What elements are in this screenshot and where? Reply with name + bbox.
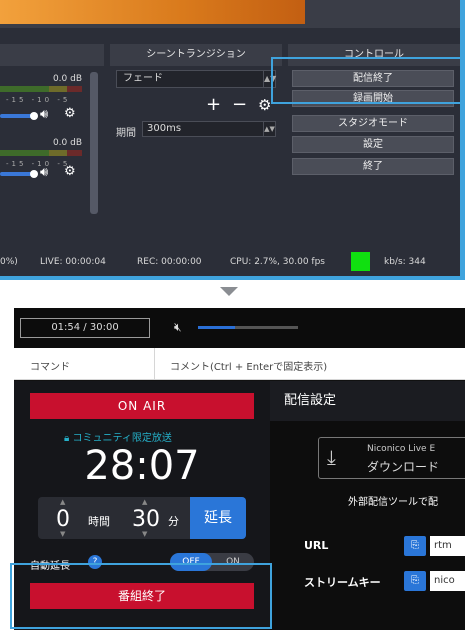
copy-icon[interactable]: ⎘ bbox=[404, 536, 426, 556]
playback-time: 01:54 / 30:00 bbox=[20, 318, 150, 338]
distribution-settings-panel: 配信設定 ⤓ Niconico Live E ダウンロード 外部配信ツールで配 … bbox=[270, 381, 465, 630]
studio-mode-button[interactable]: スタジオモード bbox=[292, 115, 454, 132]
gear-icon[interactable]: ⚙︎ bbox=[64, 106, 76, 121]
mixer-header bbox=[0, 44, 104, 66]
status-bar: 0%) LIVE: 00:00:04 REC: 00:00:00 CPU: 2.… bbox=[0, 252, 460, 272]
mixer-meter bbox=[0, 86, 82, 92]
comment-input[interactable]: コメント(Ctrl + Enterで固定表示) bbox=[170, 358, 327, 373]
speaker-icon[interactable]: 🔊︎ bbox=[40, 165, 48, 180]
community-only-label: 🔒︎ コミュニティ限定放送 bbox=[64, 429, 172, 444]
scene-transition-panel: フェード ▲▼ + − ⚙︎ 期間 300ms ▲▼ bbox=[110, 68, 282, 148]
player-controls: 01:54 / 30:00 🔇︎ bbox=[14, 308, 465, 348]
duration-label: 期間 bbox=[116, 128, 136, 139]
status-kbs: kb/s: 344 bbox=[384, 257, 426, 267]
volume-slider-handle[interactable] bbox=[30, 112, 38, 120]
command-input[interactable]: コマンド bbox=[30, 358, 70, 373]
status-zoom: 0%) bbox=[0, 257, 18, 267]
extend-hours[interactable]: 0 bbox=[56, 507, 70, 532]
download-icon: ⤓ bbox=[327, 445, 336, 469]
add-transition-button[interactable]: + bbox=[206, 96, 221, 114]
increment-icon[interactable]: ▲ bbox=[60, 498, 65, 506]
volume-slider[interactable] bbox=[198, 326, 298, 329]
volume-slider[interactable] bbox=[0, 172, 34, 176]
mixer-scale: -15 -10 -5 bbox=[6, 160, 71, 168]
audio-mixer: 0.0 dB -15 -10 -5 🔊︎ ⚙︎ 0.0 dB -15 -10 -… bbox=[0, 68, 104, 218]
url-field[interactable]: rtm bbox=[430, 536, 465, 556]
exit-button[interactable]: 終了 bbox=[292, 158, 454, 175]
stream-key-field[interactable]: nico bbox=[430, 571, 465, 591]
panel-title: 配信設定 bbox=[270, 381, 465, 421]
hours-unit: 時間 bbox=[88, 515, 110, 528]
download-label: ダウンロード bbox=[367, 460, 440, 474]
gear-icon[interactable]: ⚙︎ bbox=[64, 164, 76, 179]
decrement-icon[interactable]: ▼ bbox=[60, 530, 65, 538]
extend-minutes[interactable]: 30 bbox=[132, 507, 160, 532]
highlight-border-bottom bbox=[0, 276, 460, 280]
preview-image bbox=[0, 0, 305, 24]
obs-preview bbox=[0, 0, 460, 28]
comment-bar: コマンド コメント(Ctrl + Enterで固定表示) bbox=[14, 348, 465, 380]
extend-button[interactable]: 延長 bbox=[190, 497, 246, 539]
volume-slider[interactable] bbox=[0, 114, 34, 118]
highlight-frame bbox=[271, 57, 460, 104]
mixer-scale: -15 -10 -5 bbox=[6, 96, 71, 104]
highlight-frame bbox=[10, 563, 272, 629]
transition-selected: フェード bbox=[123, 73, 163, 84]
gear-icon[interactable]: ⚙︎ bbox=[258, 96, 271, 114]
download-app-name: Niconico Live E bbox=[367, 444, 436, 454]
divider bbox=[154, 348, 155, 380]
mute-icon[interactable]: 🔇︎ bbox=[174, 320, 182, 335]
status-cpu: CPU: 2.7%, 30.00 fps bbox=[230, 257, 325, 267]
url-label: URL bbox=[304, 539, 329, 552]
duration-input[interactable]: 300ms ▲▼ bbox=[142, 121, 276, 137]
screenshot-root: シーントランジション コントロール 0.0 dB -15 -10 -5 🔊︎ ⚙… bbox=[0, 0, 465, 630]
settings-button[interactable]: 設定 bbox=[292, 136, 454, 153]
extension-box: ▲ 0 ▼ 時間 ▲ 30 ▼ 分 延長 bbox=[38, 497, 246, 539]
mixer-track-db: 0.0 dB bbox=[52, 138, 82, 148]
obs-window: シーントランジション コントロール 0.0 dB -15 -10 -5 🔊︎ ⚙… bbox=[0, 0, 460, 280]
highlight-border-right bbox=[460, 0, 465, 280]
transition-header: シーントランジション bbox=[110, 44, 282, 66]
volume-slider-handle[interactable] bbox=[30, 170, 38, 178]
mixer-track-db: 0.0 dB bbox=[52, 74, 82, 84]
decrement-icon[interactable]: ▼ bbox=[142, 530, 147, 538]
download-button[interactable]: ⤓ Niconico Live E ダウンロード bbox=[318, 437, 465, 479]
speaker-icon[interactable]: 🔊︎ bbox=[40, 107, 48, 122]
status-rec: REC: 00:00:00 bbox=[137, 257, 202, 267]
status-live: LIVE: 00:00:04 bbox=[40, 257, 106, 267]
arrow-down-icon bbox=[220, 287, 238, 296]
on-air-badge: ON AIR bbox=[30, 393, 254, 419]
remove-transition-button[interactable]: − bbox=[232, 96, 247, 114]
spinner-icon[interactable]: ▲▼ bbox=[263, 122, 275, 136]
copy-icon[interactable]: ⎘ bbox=[404, 571, 426, 591]
stream-key-label: ストリームキー bbox=[304, 576, 381, 589]
elapsed-time: 28:07 bbox=[84, 443, 200, 489]
increment-icon[interactable]: ▲ bbox=[142, 498, 147, 506]
transition-select[interactable]: フェード ▲▼ bbox=[116, 70, 276, 88]
mixer-scrollbar[interactable] bbox=[90, 72, 98, 214]
external-tool-note: 外部配信ツールで配 bbox=[348, 497, 438, 508]
minutes-unit: 分 bbox=[168, 515, 179, 528]
mixer-meter bbox=[0, 150, 82, 156]
stream-health-indicator bbox=[351, 252, 370, 271]
duration-value: 300ms bbox=[147, 123, 182, 134]
volume-fill bbox=[198, 326, 235, 329]
